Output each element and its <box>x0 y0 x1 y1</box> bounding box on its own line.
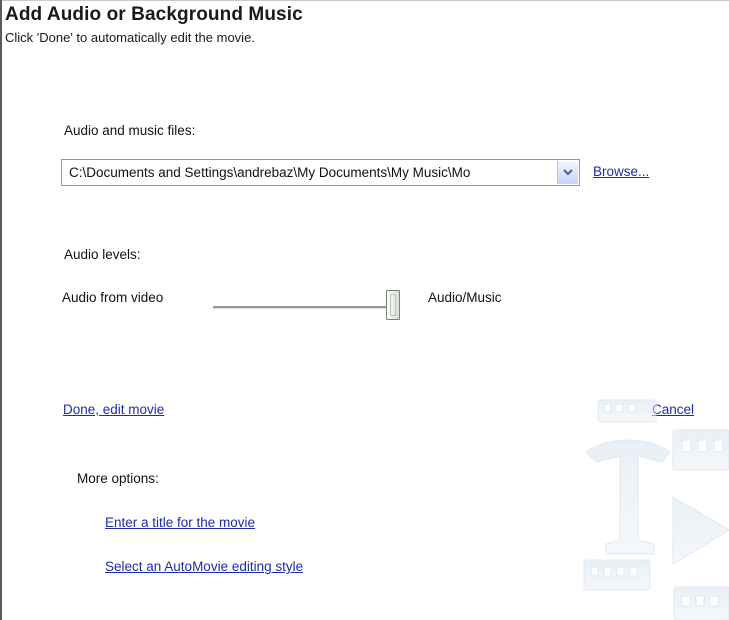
audio-music-label: Audio/Music <box>428 290 502 305</box>
done-edit-movie-link[interactable]: Done, edit movie <box>63 402 164 417</box>
audio-file-select-value: C:\Documents and Settings\andrebaz\My Do… <box>69 165 471 180</box>
audio-level-slider-thumb[interactable] <box>386 290 400 320</box>
audio-file-dropdown-button[interactable] <box>557 161 578 184</box>
page-title: Add Audio or Background Music <box>5 4 303 25</box>
autmovie-style-link[interactable]: Select an AutoMovie editing style <box>105 559 303 574</box>
audio-level-slider-track[interactable] <box>213 306 393 309</box>
chevron-down-icon <box>563 169 573 176</box>
audio-file-select[interactable]: C:\Documents and Settings\andrebaz\My Do… <box>61 159 580 186</box>
more-options-label: More options: <box>77 471 159 486</box>
movie-maker-watermark-icon <box>583 399 729 620</box>
left-border <box>0 0 2 620</box>
audio-levels-label: Audio levels: <box>64 247 141 262</box>
audio-files-label: Audio and music files: <box>64 123 196 138</box>
audio-from-video-label: Audio from video <box>62 290 164 305</box>
page-subtitle: Click 'Done' to automatically edit the m… <box>5 30 255 45</box>
enter-title-link[interactable]: Enter a title for the movie <box>105 515 255 530</box>
browse-link[interactable]: Browse... <box>593 164 649 179</box>
top-border <box>0 0 729 1</box>
